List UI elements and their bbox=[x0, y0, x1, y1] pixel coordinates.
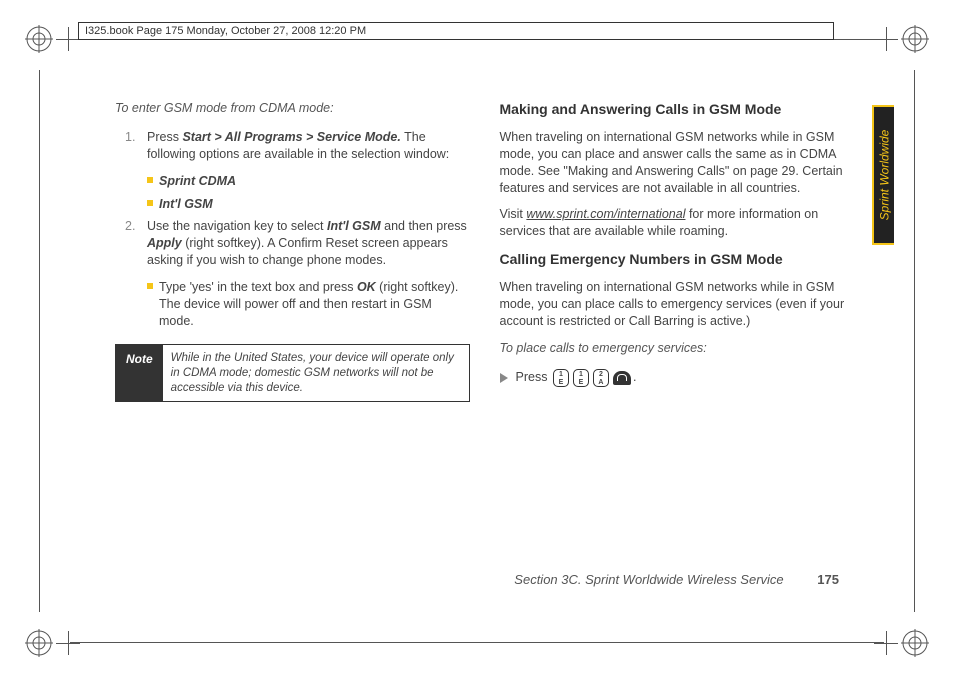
bullet-marker-icon bbox=[147, 200, 153, 206]
key-1: 1E bbox=[553, 369, 569, 387]
key-2: 2A bbox=[593, 369, 609, 387]
bullet-text: Sprint CDMA bbox=[159, 173, 236, 190]
crop-line-right bbox=[914, 70, 915, 612]
crop-mark-bl bbox=[25, 629, 53, 657]
right-column: Making and Answering Calls in GSM Mode W… bbox=[500, 100, 855, 582]
talk-key-icon bbox=[613, 371, 631, 385]
crop-line-left bbox=[39, 70, 40, 612]
step-body: Press Start > All Programs > Service Mod… bbox=[147, 129, 470, 163]
press-label: Press bbox=[516, 369, 548, 386]
crop-mark-tr bbox=[901, 25, 929, 53]
step-num: 2. bbox=[125, 218, 141, 269]
step-2: 2. Use the navigation key to select Int'… bbox=[115, 218, 470, 269]
step-num: 1. bbox=[125, 129, 141, 163]
para-visit: Visit www.sprint.com/international for m… bbox=[500, 206, 855, 240]
step-body: Use the navigation key to select Int'l G… bbox=[147, 218, 470, 269]
step-1: 1. Press Start > All Programs > Service … bbox=[115, 129, 470, 163]
side-tab: Sprint Worldwide bbox=[872, 105, 894, 245]
press-keys-row: Press 1E 1E 2A . bbox=[500, 369, 855, 387]
instruction-heading: To enter GSM mode from CDMA mode: bbox=[115, 100, 470, 117]
instruction-emergency: To place calls to emergency services: bbox=[500, 340, 855, 357]
para-emergency: When traveling on international GSM netw… bbox=[500, 279, 855, 330]
crop-line-bottom bbox=[70, 642, 884, 643]
triangle-icon bbox=[500, 373, 508, 383]
bullet-intl-gsm: Int'l GSM bbox=[115, 196, 470, 213]
note-box: Note While in the United States, your de… bbox=[115, 344, 470, 403]
page-number: 175 bbox=[817, 572, 839, 587]
bullet-text: Type 'yes' in the text box and press OK … bbox=[159, 279, 470, 330]
bullet-marker-icon bbox=[147, 177, 153, 183]
page-footer: Section 3C. Sprint Worldwide Wireless Se… bbox=[514, 572, 839, 587]
para-making-calls: When traveling on international GSM netw… bbox=[500, 129, 855, 197]
note-label: Note bbox=[116, 345, 163, 402]
note-text: While in the United States, your device … bbox=[163, 345, 469, 402]
left-column: To enter GSM mode from CDMA mode: 1. Pre… bbox=[115, 100, 470, 582]
bullet-sprint-cdma: Sprint CDMA bbox=[115, 173, 470, 190]
bullet-text: Int'l GSM bbox=[159, 196, 213, 213]
bullet-marker-icon bbox=[147, 283, 153, 289]
crop-mark-br bbox=[901, 629, 929, 657]
header-text: I325.book Page 175 Monday, October 27, 2… bbox=[85, 25, 366, 37]
key-1: 1E bbox=[573, 369, 589, 387]
footer-section: Section 3C. Sprint Worldwide Wireless Se… bbox=[514, 572, 783, 587]
bullet-type-yes: Type 'yes' in the text box and press OK … bbox=[115, 279, 470, 330]
page-content: To enter GSM mode from CDMA mode: 1. Pre… bbox=[115, 100, 854, 582]
page-header: I325.book Page 175 Monday, October 27, 2… bbox=[78, 22, 834, 40]
link-sprint-international[interactable]: www.sprint.com/international bbox=[526, 207, 685, 221]
heading-making-calls: Making and Answering Calls in GSM Mode bbox=[500, 100, 855, 119]
side-tab-text: Sprint Worldwide bbox=[877, 130, 891, 221]
heading-emergency: Calling Emergency Numbers in GSM Mode bbox=[500, 250, 855, 269]
crop-mark-tl bbox=[25, 25, 53, 53]
